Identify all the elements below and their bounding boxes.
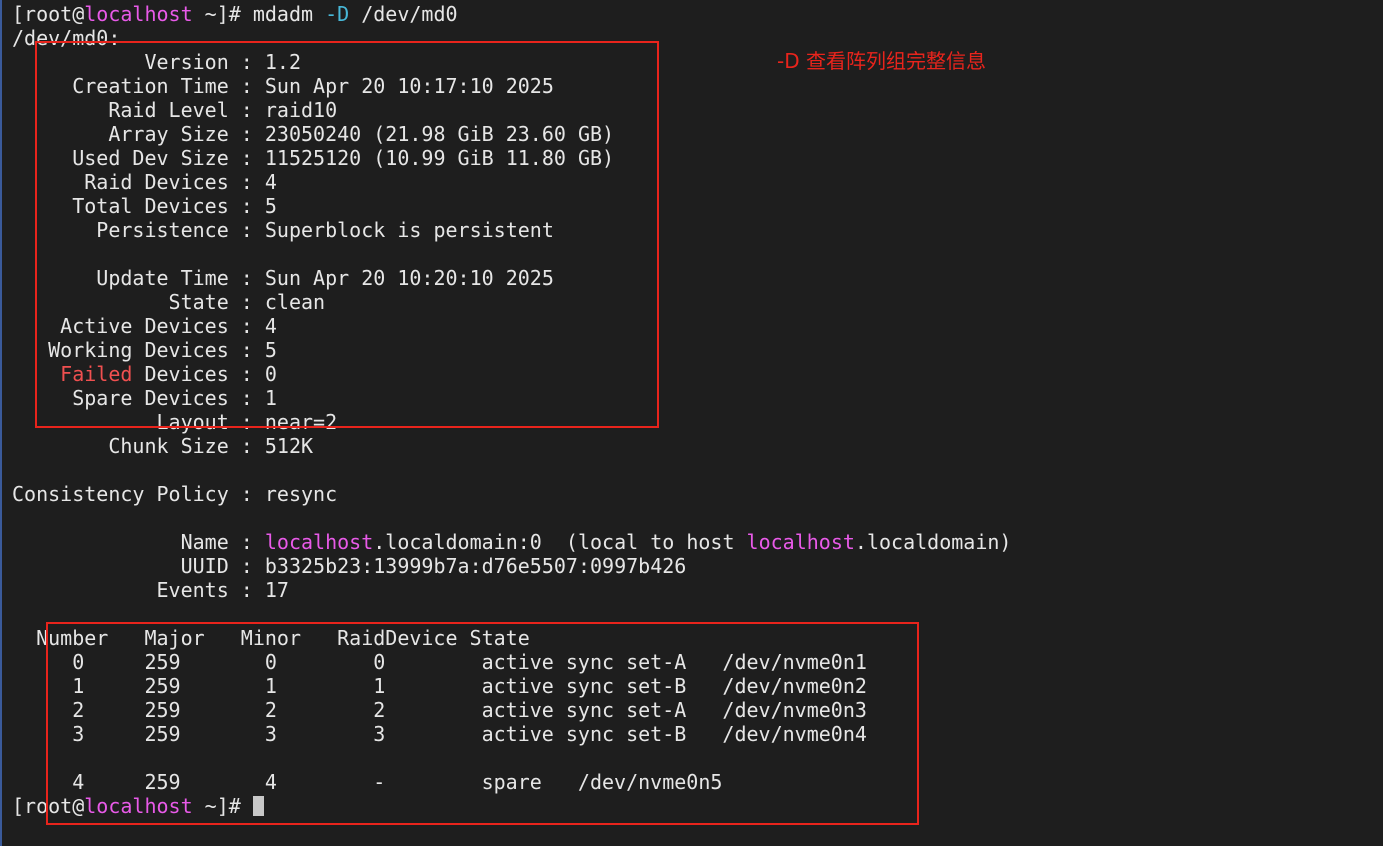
name-row: Name : localhost.localdomain:0 (local to… xyxy=(12,530,1012,554)
detail-row xyxy=(12,506,1011,530)
detail-label: Consistency Policy xyxy=(12,482,229,506)
prompt-host: localhost xyxy=(84,2,193,26)
prompt-open: [root@ xyxy=(12,2,85,26)
devices-highlight-box xyxy=(46,622,919,825)
command-name: mdadm xyxy=(252,2,326,26)
detail-value: 512K xyxy=(264,434,314,458)
detail-value: resync xyxy=(264,482,338,506)
separator: : xyxy=(228,482,265,506)
terminal-window[interactable]: [root@localhost ~]# mdadm -D /dev/md0/de… xyxy=(0,0,1383,846)
detail-label: Chunk Size xyxy=(108,434,229,458)
detail-row xyxy=(12,458,1011,482)
details-highlight-box xyxy=(35,41,659,428)
detail-value: .localdomain) xyxy=(854,530,1012,554)
prompt-close: ~]# xyxy=(192,2,253,26)
detail-label: Name : xyxy=(12,530,265,554)
command-line: [root@localhost ~]# mdadm -D /dev/md0 xyxy=(12,2,1011,26)
detail-value: .localdomain:0 (local to host xyxy=(373,530,747,554)
host-highlight: localhost xyxy=(264,530,374,554)
command-flag: -D xyxy=(325,2,350,26)
annotation-note: -D 查看阵列组完整信息 xyxy=(777,49,986,73)
detail-value: b3325b23:13999b7a:d76e5507:0997b426 xyxy=(264,554,687,578)
detail-row: UUID : b3325b23:13999b7a:d76e5507:0997b4… xyxy=(12,554,1011,578)
host-highlight: localhost xyxy=(746,530,855,554)
command-arg: /dev/md0 xyxy=(349,2,458,26)
separator: : xyxy=(228,434,265,458)
detail-row: Events : 17 xyxy=(12,578,1011,602)
detail-row: Chunk Size : 512K xyxy=(12,434,1011,458)
detail-label: UUID : xyxy=(12,554,265,578)
detail-value: 17 xyxy=(264,578,289,602)
detail-label: Events : xyxy=(12,578,265,602)
detail-row: Consistency Policy : resync xyxy=(12,482,1011,506)
